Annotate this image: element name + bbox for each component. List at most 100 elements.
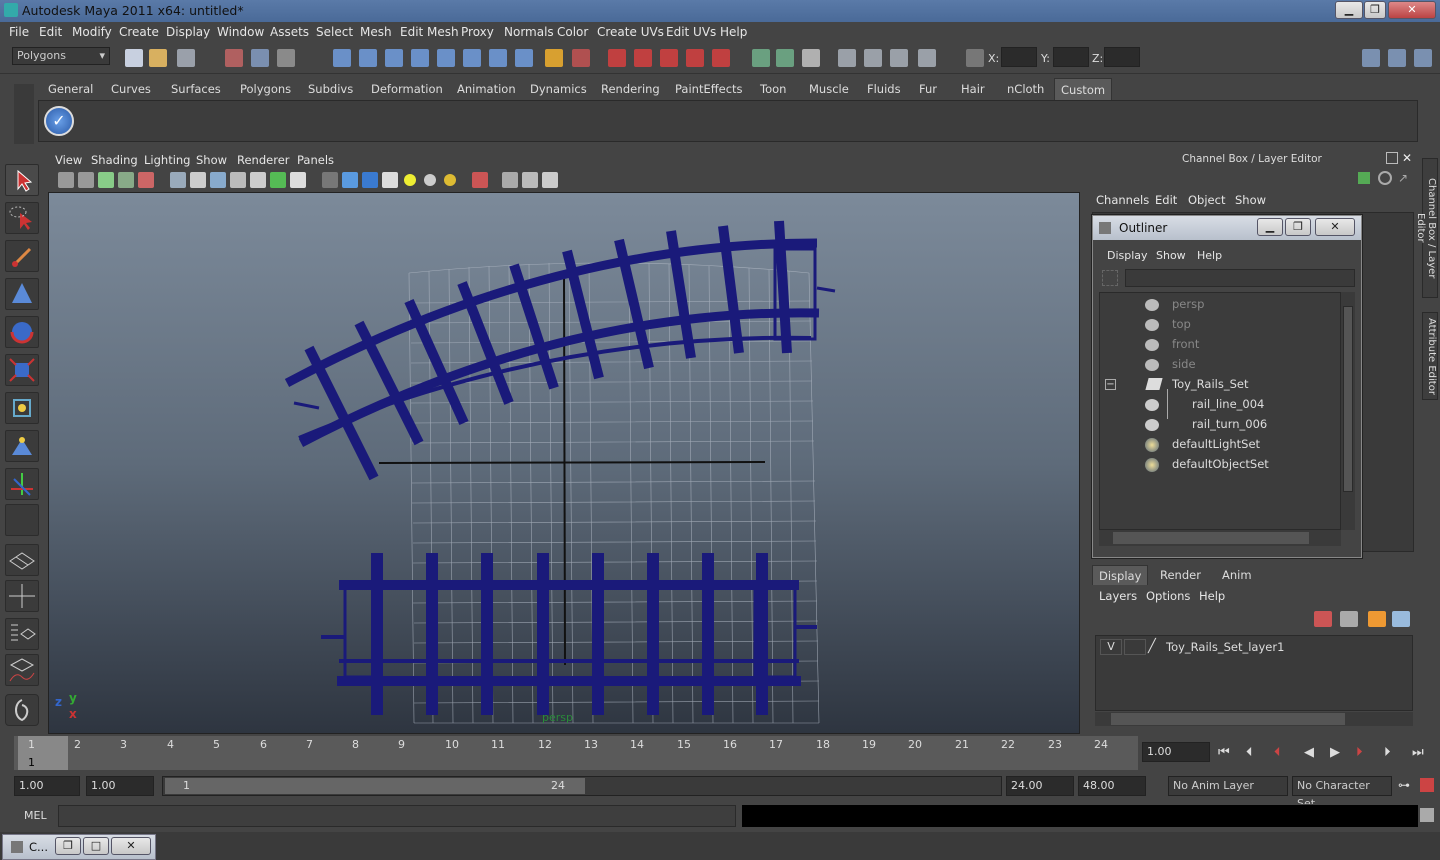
y-field[interactable]	[1053, 47, 1089, 67]
script-icon[interactable]	[918, 49, 936, 67]
mel-label[interactable]: MEL	[24, 809, 47, 822]
menu-edit-uvs[interactable]: Edit UVs	[666, 25, 716, 39]
input-mode-icon[interactable]	[776, 49, 794, 67]
move-layer-up-icon[interactable]	[1314, 611, 1332, 627]
shelf-tab-deformation[interactable]: Deformation	[365, 78, 449, 100]
menu-display[interactable]: Display	[166, 25, 210, 39]
attribute-editor-toggle-icon[interactable]	[1388, 49, 1406, 67]
outliner-menu-show[interactable]: Show	[1156, 249, 1186, 262]
default-lighting-icon[interactable]	[404, 174, 416, 186]
graph-editor-layout-icon[interactable]	[5, 654, 39, 686]
preferences-icon[interactable]	[1420, 778, 1434, 792]
outliner-layout-icon[interactable]	[5, 618, 39, 650]
scroll-thumb[interactable]	[1111, 713, 1345, 725]
snap-grid-icon[interactable]	[333, 49, 351, 67]
step-back-key-icon[interactable]: ⏴	[1274, 745, 1281, 760]
minimized-window[interactable]: C... ❐ □ ✕	[2, 834, 156, 860]
layer-menu-layers[interactable]: Layers	[1099, 589, 1137, 603]
bookmark-icon[interactable]	[98, 172, 114, 188]
xray-joints-icon[interactable]	[522, 172, 538, 188]
shelf-tab-subdivs[interactable]: Subdivs	[302, 78, 359, 100]
outliner-minimize-button[interactable]: ▁	[1257, 218, 1283, 236]
outliner-close-button[interactable]: ✕	[1315, 218, 1355, 236]
open-scene-icon[interactable]	[149, 49, 167, 67]
layer-visibility-toggle[interactable]: V	[1100, 639, 1122, 655]
restore-button[interactable]: ❐	[55, 837, 81, 855]
maximize-button[interactable]: ❐	[1364, 1, 1386, 19]
two-d-pan-zoom-icon[interactable]	[138, 172, 154, 188]
render-icon[interactable]	[489, 49, 507, 67]
outliner-horizontal-scrollbar[interactable]	[1099, 530, 1341, 546]
checkmark-icon[interactable]: ✓	[44, 106, 74, 136]
shelf-tab-ncloth[interactable]: nCloth	[1001, 78, 1050, 100]
layer-menu-options[interactable]: Options	[1146, 589, 1190, 603]
step-forward-frame-icon[interactable]: ⏵	[1384, 745, 1391, 760]
outliner-maximize-button[interactable]: ❐	[1285, 218, 1311, 236]
play-forwards-icon[interactable]: ▶	[1330, 745, 1340, 760]
float-panel-icon[interactable]	[1386, 152, 1398, 164]
render-view-icon[interactable]	[712, 49, 730, 67]
viewport-persp[interactable]: persp y x z	[48, 192, 1080, 734]
scroll-thumb[interactable]	[1113, 532, 1309, 544]
go-to-end-icon[interactable]: ⏭	[1412, 745, 1424, 760]
panel-menu-show[interactable]: Show	[196, 153, 227, 167]
menu-select[interactable]: Select	[316, 25, 353, 39]
help-icon[interactable]	[515, 49, 533, 67]
outliner-item-top[interactable]: top	[1172, 317, 1191, 331]
xray-components-icon[interactable]	[542, 172, 558, 188]
isolate-select-icon[interactable]	[472, 172, 488, 188]
layer-tab-render[interactable]: Render	[1154, 565, 1207, 585]
shadows-icon[interactable]	[444, 174, 456, 186]
gate-mask-icon[interactable]	[230, 172, 246, 188]
lasso-icon[interactable]	[1378, 171, 1392, 185]
step-back-frame-icon[interactable]: ⏴	[1246, 745, 1253, 760]
layer-color-icon[interactable]: ╱	[1148, 639, 1162, 655]
step-forward-key-icon[interactable]: ⏵	[1356, 745, 1363, 760]
scale-tool-icon[interactable]	[5, 354, 39, 386]
outliner-item-toy-rails-set[interactable]: Toy_Rails_Set	[1172, 377, 1248, 391]
close-button[interactable]: ✕	[1388, 1, 1436, 19]
menu-edit-mesh[interactable]: Edit Mesh	[400, 25, 459, 39]
save-scene-icon[interactable]	[177, 49, 195, 67]
render-settings-icon[interactable]	[660, 49, 678, 67]
pin-icon[interactable]: ↗	[1398, 171, 1412, 185]
channel-menu-object[interactable]: Object	[1188, 193, 1225, 207]
outliner-item-side[interactable]: side	[1172, 357, 1196, 371]
shelf-tab-animation[interactable]: Animation	[451, 78, 522, 100]
hypershade-icon[interactable]	[686, 49, 704, 67]
last-tool-icon[interactable]	[5, 504, 39, 536]
snap-point-icon[interactable]	[385, 49, 403, 67]
time-slider-track[interactable]	[14, 736, 1138, 770]
safe-title-icon[interactable]	[290, 172, 306, 188]
panel-menu-panels[interactable]: Panels	[297, 153, 334, 167]
menu-proxy[interactable]: Proxy	[461, 25, 494, 39]
x-field[interactable]	[1001, 47, 1037, 67]
layer-tab-display[interactable]: Display	[1092, 565, 1149, 585]
show-manipulator-icon[interactable]	[5, 468, 39, 500]
move-layer-down-icon[interactable]	[1340, 611, 1358, 627]
menu-mesh[interactable]: Mesh	[360, 25, 392, 39]
lasso-tool-icon[interactable]	[5, 202, 39, 234]
shelf-tab-dynamics[interactable]: Dynamics	[524, 78, 593, 100]
snap-surface-icon[interactable]	[437, 49, 455, 67]
four-pane-layout-icon[interactable]	[5, 580, 39, 612]
tool-settings-icon[interactable]	[890, 49, 908, 67]
wireframe-on-shaded-icon[interactable]	[362, 172, 378, 188]
range-slider-track[interactable]: 1 24	[162, 776, 1002, 796]
layer-tab-anim[interactable]: Anim	[1216, 565, 1258, 585]
layer-horizontal-scrollbar[interactable]	[1095, 712, 1413, 726]
menu-create[interactable]: Create	[119, 25, 159, 39]
current-time-field[interactable]: 1.00	[1142, 742, 1210, 762]
scroll-thumb[interactable]	[1343, 306, 1353, 492]
clapper-icon[interactable]	[864, 49, 882, 67]
film-gate-icon[interactable]	[190, 172, 206, 188]
menu-edit[interactable]: Edit	[39, 25, 62, 39]
shelf-tab-fur[interactable]: Fur	[913, 78, 943, 100]
menu-normals[interactable]: Normals	[504, 25, 554, 39]
outliner-item-default-object-set[interactable]: defaultObjectSet	[1172, 457, 1269, 471]
textured-icon[interactable]	[382, 172, 398, 188]
menu-create-uvs[interactable]: Create UVs	[597, 25, 664, 39]
image-plane-icon[interactable]	[118, 172, 134, 188]
new-empty-layer-icon[interactable]	[1368, 611, 1386, 627]
camera-attributes-icon[interactable]	[78, 172, 94, 188]
